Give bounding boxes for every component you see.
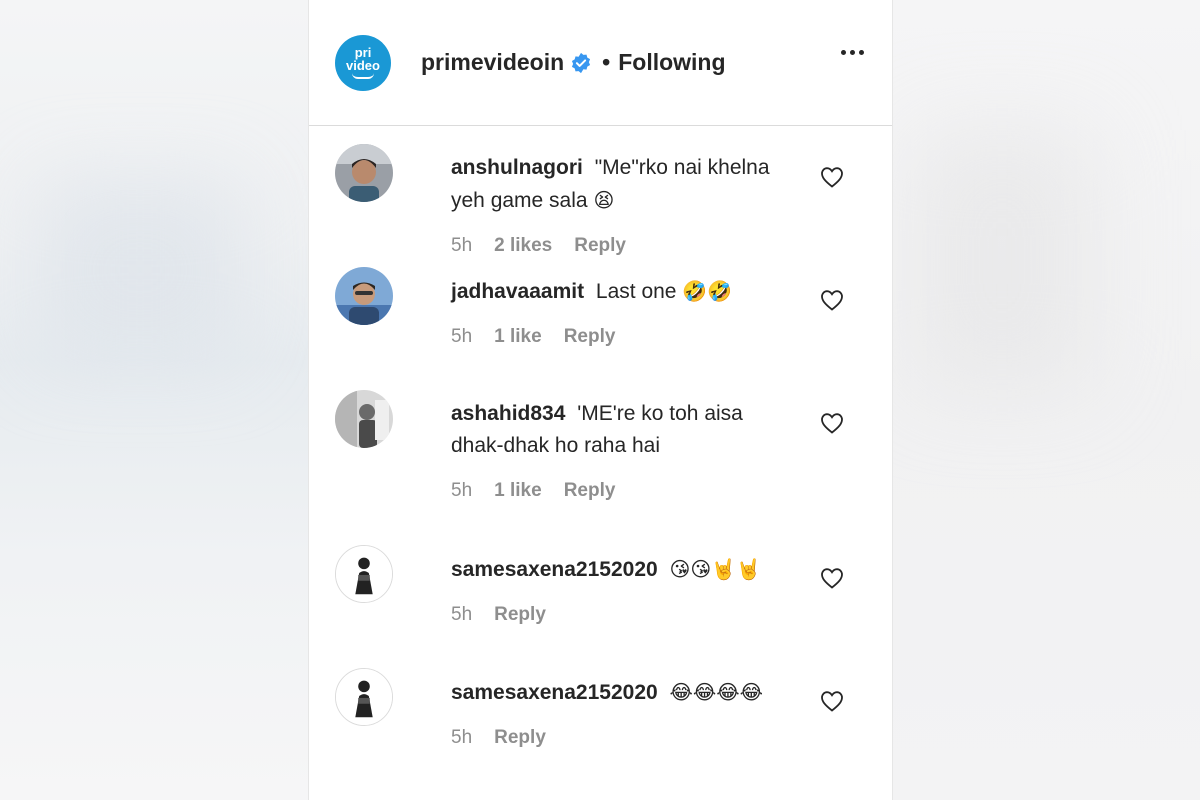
comment-time[interactable]: 5h [451,727,472,749]
comment-emoji: 😂😂😂😂 [669,680,764,704]
logo-smile-icon [352,73,374,79]
comment-item: ashahid834 'ME're ko toh aisa dhak-dhak … [309,390,892,545]
comment-item: anshulnagori "Me"rko nai khelna yeh game… [309,144,892,267]
comment-item: samesaxena2152020 😘😘🤘🤘 5h Reply [309,545,892,668]
following-button[interactable]: Following [618,49,725,76]
comment-likes[interactable]: 2 likes [494,235,552,257]
comment-emoji: 🤣🤣 [682,279,733,303]
header-separator: • [602,49,611,75]
comment-username[interactable]: anshulnagori [451,156,583,179]
comment-item: samesaxena2152020 😂😂😂😂 5h Reply [309,668,892,778]
reply-button[interactable]: Reply [564,480,616,502]
comment-emoji: 😫 [593,188,615,212]
avatar[interactable] [335,545,393,603]
verified-badge-icon [570,52,592,74]
reply-button[interactable]: Reply [494,727,546,749]
comment-username[interactable]: ashahid834 [451,402,565,425]
account-username[interactable]: primevideoin [421,49,564,76]
reply-button[interactable]: Reply [564,326,616,348]
comment-meta: 5h 1 like Reply [451,326,782,348]
account-avatar[interactable]: pri video [335,34,391,91]
avatar[interactable] [335,144,393,202]
avatar[interactable] [335,390,393,448]
heart-icon[interactable] [820,690,844,712]
comment-likes[interactable]: 1 like [494,480,542,502]
comment-time[interactable]: 5h [451,604,472,626]
comment-meta: 5h 2 likes Reply [451,235,782,257]
comment-username[interactable]: samesaxena2152020 [451,681,658,704]
comment-emoji: 😘😘🤘🤘 [669,557,762,581]
comments-list: anshulnagori "Me"rko nai khelna yeh game… [309,126,892,778]
comments-panel: pri video primevideoin • Following anshu… [308,0,893,800]
comment-meta: 5h 1 like Reply [451,480,782,502]
heart-icon[interactable] [820,567,844,589]
comment-meta: 5h Reply [451,727,782,749]
heart-icon[interactable] [820,289,844,311]
comment-username[interactable]: samesaxena2152020 [451,558,658,581]
comment-item: jadhavaaamit Last one 🤣🤣 5h 1 like Reply [309,267,892,390]
comment-time[interactable]: 5h [451,326,472,348]
logo-text-bottom: video [346,58,380,73]
avatar[interactable] [335,668,393,726]
reply-button[interactable]: Reply [574,235,626,257]
blurred-background-left [0,0,308,800]
heart-icon[interactable] [820,166,844,188]
heart-icon[interactable] [820,412,844,434]
comment-meta: 5h Reply [451,604,782,626]
reply-button[interactable]: Reply [494,604,546,626]
comment-time[interactable]: 5h [451,235,472,257]
blurred-background-right [892,0,1200,800]
comment-username[interactable]: jadhavaaamit [451,280,584,303]
more-options-icon[interactable] [841,50,864,55]
header-text: primevideoin • Following [421,49,726,76]
comment-time[interactable]: 5h [451,480,472,502]
comment-likes[interactable]: 1 like [494,326,542,348]
post-header: pri video primevideoin • Following [309,0,892,126]
avatar[interactable] [335,267,393,325]
comment-text: Last one [595,280,677,303]
